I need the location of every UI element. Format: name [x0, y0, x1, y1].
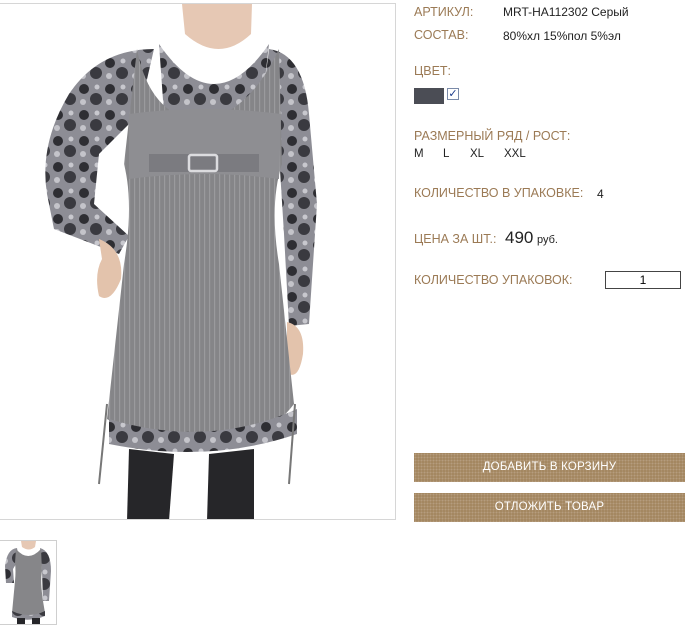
size-option: M: [414, 148, 424, 160]
color-swatch[interactable]: [414, 88, 444, 104]
packs-quantity-input[interactable]: [605, 271, 681, 289]
color-checkbox[interactable]: ✓: [447, 88, 459, 100]
pack-qty-value: 4: [597, 187, 604, 201]
price-label: ЦЕНА ЗА ШТ.:: [414, 232, 497, 246]
save-item-button[interactable]: ОТЛОЖИТЬ ТОВАР: [414, 493, 685, 522]
composition-value: 80%хл 15%пол 5%эл: [503, 29, 621, 43]
price-value: 490: [505, 228, 534, 247]
add-to-cart-button[interactable]: ДОБАВИТЬ В КОРЗИНУ: [414, 453, 685, 482]
product-thumbnail[interactable]: [0, 540, 57, 625]
pack-qty-label: КОЛИЧЕСТВО В УПАКОВКЕ:: [414, 186, 584, 200]
price-currency: руб.: [537, 234, 558, 246]
color-label: ЦВЕТ:: [414, 64, 452, 78]
article-label: АРТИКУЛ:: [414, 5, 474, 19]
packs-label: КОЛИЧЕСТВО УПАКОВОК:: [414, 273, 573, 287]
product-main-image[interactable]: [0, 3, 396, 520]
article-value: MRT-HA112302 Серый: [503, 5, 629, 19]
size-option: XXL: [504, 148, 526, 160]
size-option: XL: [470, 148, 485, 160]
size-label: РАЗМЕРНЫЙ РЯД / РОСТ:: [414, 129, 571, 143]
composition-label: СОСТАВ:: [414, 28, 469, 42]
size-option: L: [443, 148, 450, 160]
